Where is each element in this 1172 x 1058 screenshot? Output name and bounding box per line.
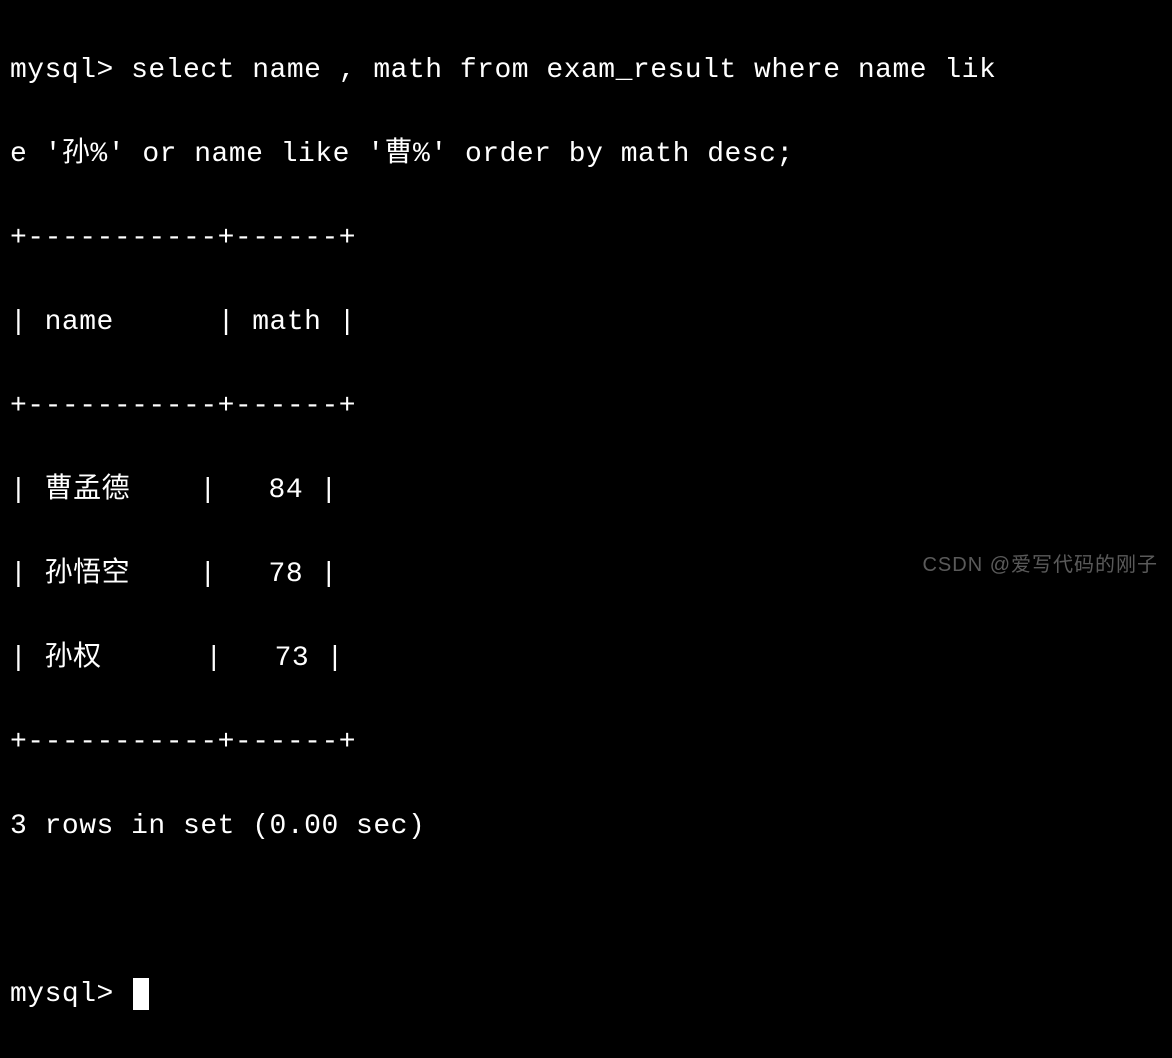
table-row: | 孙权 | 73 | bbox=[10, 638, 1162, 680]
table-border-mid: +-----------+------+ bbox=[10, 386, 1162, 428]
table-border-bottom: +-----------+------+ bbox=[10, 722, 1162, 764]
table-row: | 曹孟德 | 84 | bbox=[10, 470, 1162, 512]
cursor-icon bbox=[133, 978, 149, 1010]
query-line-1: mysql> select name , math from exam_resu… bbox=[10, 50, 1162, 92]
prompt-line[interactable]: mysql> bbox=[10, 974, 1162, 1016]
terminal-output: mysql> select name , math from exam_resu… bbox=[10, 8, 1162, 1058]
table-border-top: +-----------+------+ bbox=[10, 218, 1162, 260]
table-header: | name | math | bbox=[10, 302, 1162, 344]
blank-line bbox=[10, 890, 1162, 932]
mysql-prompt: mysql> bbox=[10, 979, 131, 1010]
query-line-2: e '孙%' or name like '曹%' order by math d… bbox=[10, 134, 1162, 176]
result-summary: 3 rows in set (0.00 sec) bbox=[10, 806, 1162, 848]
watermark-text: CSDN @爱写代码的刚子 bbox=[922, 550, 1158, 580]
